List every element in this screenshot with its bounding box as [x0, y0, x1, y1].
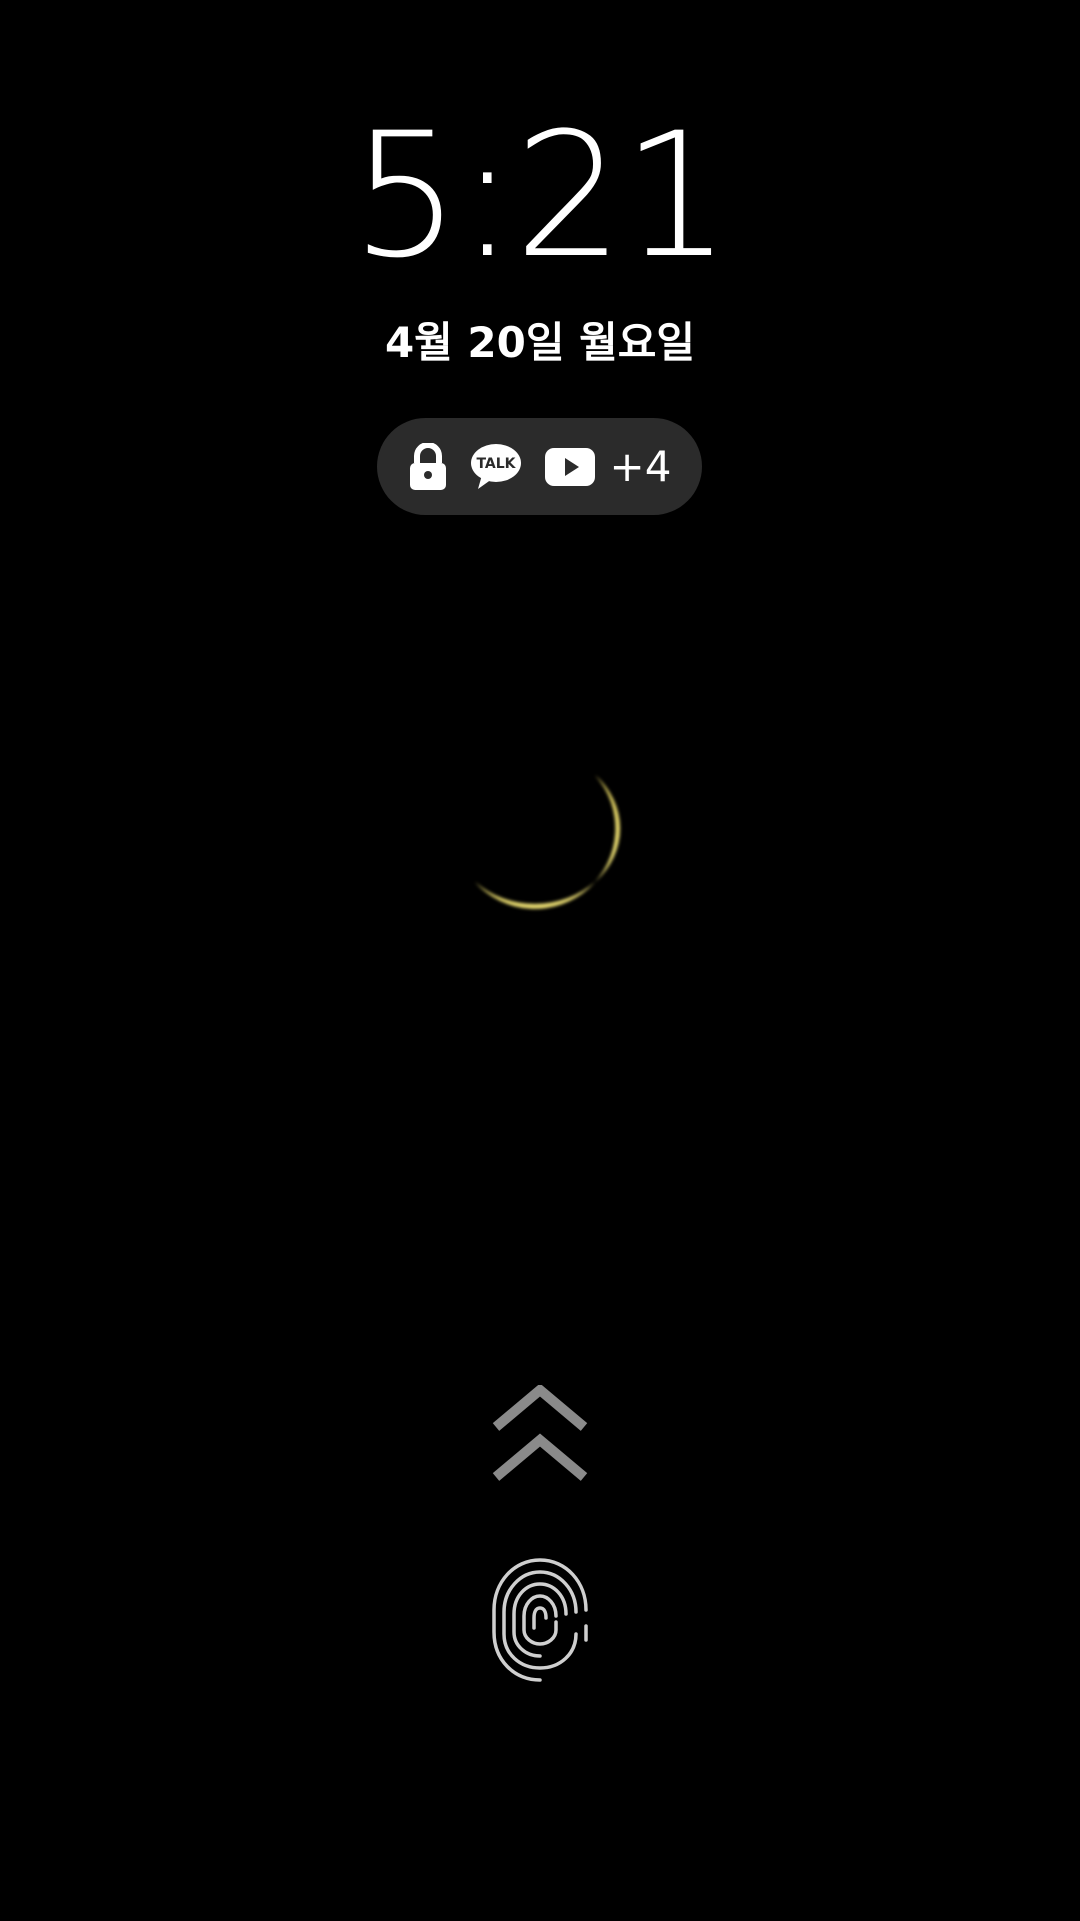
wallpaper-crescent-moon: [465, 765, 625, 915]
kakaotalk-icon: TALK: [470, 443, 522, 491]
lock-icon: [408, 442, 448, 491]
kakaotalk-label: TALK: [476, 456, 516, 472]
fingerprint-icon[interactable]: [480, 1550, 600, 1690]
lockscreen-date: 4월 20일 월요일: [384, 318, 696, 367]
more-notifications-count: +4: [609, 442, 672, 491]
youtube-icon: [544, 447, 596, 487]
notification-icons-pill[interactable]: TALK +4: [377, 418, 702, 515]
lockscreen-clock: 5:21: [350, 95, 731, 296]
double-chevron-up-icon[interactable]: [490, 1383, 590, 1485]
